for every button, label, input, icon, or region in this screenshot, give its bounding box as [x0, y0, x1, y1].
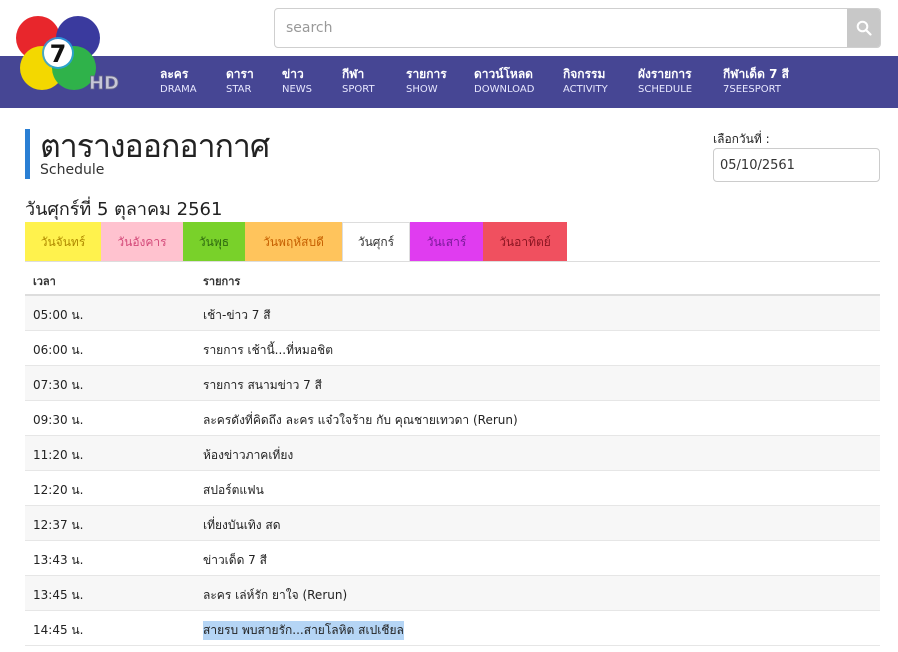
row-time: 11:20 น. [33, 448, 84, 462]
row-time: 05:00 น. [33, 308, 84, 322]
row-time: 13:43 น. [33, 553, 84, 567]
nav-label-en: SHOW [406, 84, 438, 95]
main-nav: ละคร DRAMA ดารา STAR ข่าว NEWS กีฬา SPORT รา… [0, 56, 898, 108]
row-time: 06:00 น. [33, 343, 84, 357]
nav-label-th: ดาวน์โหลด [474, 67, 533, 81]
title-accent-bar [25, 129, 30, 179]
schedule-table: เวลา รายการ 05:00 น. เช้า-ข่าว 7 สี 06:00… [25, 262, 880, 646]
row-time: 12:37 น. [33, 518, 84, 532]
page-subtitle: Schedule [40, 162, 105, 178]
row-program: ข่าวเด็ด 7 สี [203, 553, 267, 567]
search-icon [856, 20, 872, 36]
row-time: 14:45 น. [33, 623, 84, 637]
row-program: ห้องข่าวภาคเที่ยง [203, 448, 294, 462]
nav-label-en: SPORT [342, 84, 375, 95]
tab-monday[interactable]: วันจันทร์ [25, 222, 101, 262]
table-row: 06:00 น. รายการ เช้านี้...ที่หมอชิต [25, 331, 880, 366]
nav-item-star[interactable]: ดารา STAR [226, 66, 254, 98]
tab-label: วันเสาร์ [426, 234, 467, 249]
tab-label: วันจันทร์ [40, 234, 86, 249]
top-bar [0, 0, 898, 56]
tab-friday[interactable]: วันศุกร์ [342, 222, 410, 262]
tab-label: วันพฤหัสบดี [263, 234, 324, 249]
nav-label-en: SCHEDULE [638, 84, 693, 95]
table-header: เวลา รายการ [25, 262, 880, 296]
header-program: รายการ [203, 275, 241, 288]
day-heading: วันศุกร์ที่ 5 ตุลาคม 2561 [25, 199, 223, 220]
row-time: 07:30 น. [33, 378, 84, 392]
nav-item-activity[interactable]: กิจกรรม ACTIVITY [563, 66, 608, 98]
tab-label: วันอาทิตย์ [499, 234, 551, 249]
nav-label-en: DOWNLOAD [474, 84, 535, 95]
row-program-selected: สายรบ พบสายรัก...สายโลหิต สเปเชียล [203, 621, 404, 640]
nav-item-7seesport[interactable]: กีฬาเด็ด 7 สี 7SEESPORT [723, 66, 789, 98]
tab-label: วันพุธ [198, 234, 230, 249]
table-row: 13:43 น. ข่าวเด็ด 7 สี [25, 541, 880, 576]
nav-label-en: ACTIVITY [563, 84, 608, 95]
row-program: ละครดังที่คิดถึง ละคร แจ๋วใจร้าย กับ คุณ… [203, 413, 518, 427]
nav-label-en: NEWS [282, 84, 313, 95]
row-program: เที่ยงบันเทิง สด [203, 518, 281, 532]
nav-label-th: กีฬา [342, 67, 365, 81]
header-time: เวลา [33, 275, 56, 288]
nav-item-show[interactable]: รายการ SHOW [406, 66, 447, 98]
tab-tuesday[interactable]: วันอังคาร [101, 222, 183, 262]
row-program: สปอร์ตแฟน [203, 483, 264, 497]
search-box [274, 8, 881, 48]
nav-label-en: STAR [226, 84, 252, 95]
nav-label-th: กีฬาเด็ด 7 สี [723, 67, 789, 81]
nav-item-sport[interactable]: กีฬา SPORT [342, 66, 375, 98]
nav-label-en: 7SEESPORT [723, 84, 781, 95]
row-program: รายการ สนามข่าว 7 สี [203, 378, 322, 392]
tab-label: วันอังคาร [117, 234, 167, 249]
nav-item-drama[interactable]: ละคร DRAMA [160, 66, 197, 98]
row-time: 12:20 น. [33, 483, 84, 497]
tab-label: วันศุกร์ [357, 235, 395, 249]
row-program: รายการ เช้านี้...ที่หมอชิต [203, 343, 333, 357]
logo-hd-label: HD [89, 73, 119, 94]
nav-item-news[interactable]: ข่าว NEWS [282, 66, 312, 98]
table-row: 05:00 น. เช้า-ข่าว 7 สี [25, 296, 880, 331]
table-row: 13:45 น. ละคร เล่ห์รัก ยาใจ (Rerun) [25, 576, 880, 611]
search-button[interactable] [847, 9, 880, 47]
table-row: 09:30 น. ละครดังที่คิดถึง ละคร แจ๋วใจร้าย… [25, 401, 880, 436]
nav-label-th: ละคร [160, 67, 189, 81]
table-row: 12:20 น. สปอร์ตแฟน [25, 471, 880, 506]
nav-item-schedule[interactable]: ผังรายการ SCHEDULE [638, 66, 692, 98]
nav-item-download[interactable]: ดาวน์โหลด DOWNLOAD [474, 66, 534, 98]
channel-7-logo[interactable]: 7 HD [8, 6, 126, 102]
tab-thursday[interactable]: วันพฤหัสบดี [245, 222, 342, 262]
table-row: 11:20 น. ห้องข่าวภาคเที่ยง [25, 436, 880, 471]
nav-label-th: รายการ [406, 67, 447, 81]
date-picker-input[interactable] [713, 148, 880, 182]
row-time: 09:30 น. [33, 413, 84, 427]
table-row: 07:30 น. รายการ สนามข่าว 7 สี [25, 366, 880, 401]
table-row: 14:45 น. สายรบ พบสายรัก...สายโลหิต สเปเชี… [25, 611, 880, 646]
row-program: ละคร เล่ห์รัก ยาใจ (Rerun) [203, 588, 348, 602]
nav-label-th: กิจกรรม [563, 67, 606, 81]
tab-wednesday[interactable]: วันพุธ [183, 222, 245, 262]
nav-label-th: ข่าว [282, 67, 304, 81]
day-tabs: วันจันทร์ วันอังคาร วันพุธ วันพฤหัสบดี ว… [25, 222, 567, 262]
page-title: ตารางออกอากาศ [40, 127, 270, 165]
nav-label-en: DRAMA [160, 84, 197, 95]
tab-saturday[interactable]: วันเสาร์ [410, 222, 483, 262]
row-time: 13:45 น. [33, 588, 84, 602]
nav-label-th: ดารา [226, 67, 254, 81]
search-input[interactable] [275, 9, 848, 47]
logo-number: 7 [50, 40, 67, 68]
row-program: เช้า-ข่าว 7 สี [203, 308, 271, 322]
nav-label-th: ผังรายการ [638, 67, 692, 81]
date-picker-label: เลือกวันที่ : [713, 132, 770, 146]
tab-sunday[interactable]: วันอาทิตย์ [483, 222, 567, 262]
table-row: 12:37 น. เที่ยงบันเทิง สด [25, 506, 880, 541]
